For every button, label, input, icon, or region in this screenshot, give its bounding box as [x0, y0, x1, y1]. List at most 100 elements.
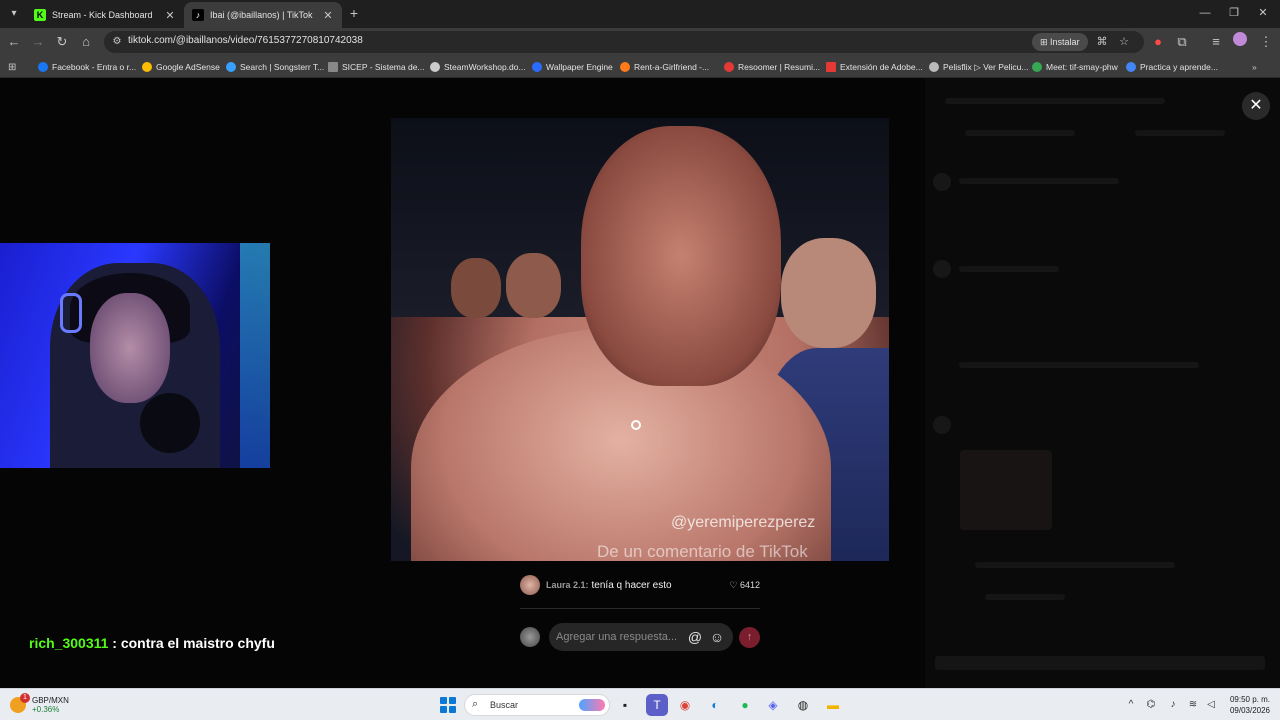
bookmark-star-icon[interactable]: ☆ — [1116, 34, 1132, 50]
bookmark-item[interactable]: SICEP - Sistema de... — [328, 60, 425, 74]
widget-delta: +0.36% — [32, 705, 60, 714]
mention-icon[interactable]: @ — [687, 628, 703, 646]
adsense-icon — [142, 62, 152, 72]
forward-arrow-icon[interactable]: → — [28, 32, 48, 52]
volume-icon[interactable]: ◁ — [1204, 698, 1218, 712]
spotify-icon[interactable]: ● — [734, 694, 756, 716]
globe-icon — [929, 62, 939, 72]
bookmark-item[interactable]: Facebook - Entra o r... — [38, 60, 136, 74]
video-boxer-head — [581, 126, 781, 386]
edge-icon[interactable]: ◐ — [704, 694, 726, 716]
extensions-puzzle-icon[interactable]: ⧉ — [1172, 32, 1192, 52]
bookmark-item[interactable]: Rent-a-Girlfriend -... — [620, 60, 709, 74]
install-label: Instalar — [1050, 37, 1080, 47]
profile-avatar[interactable] — [1230, 32, 1250, 52]
meet-icon — [1032, 62, 1042, 72]
bookmark-item[interactable]: Meet: tif-smay-phw — [1032, 60, 1118, 74]
url-text: tiktok.com/@ibaillanos/video/76153772708… — [128, 35, 363, 46]
close-modal-button[interactable]: ✕ — [1242, 92, 1270, 120]
network-tray-icon[interactable]: ⌬ — [1144, 698, 1158, 712]
new-tab-button[interactable]: + — [346, 5, 362, 21]
windows-taskbar: 1 GBP/MXN +0.36% ⌕ Buscar ▪ T ◉ ◐ ● ◈ ◍ … — [0, 688, 1280, 720]
like-button[interactable]: ♡ 6412 — [729, 580, 760, 591]
send-button[interactable]: ↑ — [739, 627, 760, 648]
wifi-icon[interactable]: ≋ — [1186, 698, 1200, 712]
system-clock[interactable]: 09:50 p. m. 09/03/2026 — [1222, 694, 1270, 716]
stream-chat-message: rich_300311 : contra el maistro chyfu — [29, 635, 275, 651]
bookmark-item[interactable]: Wallpaper Engine — [532, 60, 613, 74]
market-widget[interactable]: 1 GBP/MXN +0.36% — [10, 693, 69, 717]
emoji-icon[interactable]: ☺ — [708, 628, 726, 646]
clock-date: 09/03/2026 — [1229, 706, 1270, 715]
bookmark-item[interactable]: Extensión de Adobe... — [826, 60, 923, 74]
chat-text: : contra el maistro chyfu — [108, 635, 275, 651]
tab-kick-dashboard[interactable]: K Stream - Kick Dashboard ✕ — [26, 2, 184, 28]
bookmark-label: Practica y aprende... — [1140, 62, 1218, 72]
tiktok-page: @yeremiperezperez De un comentario de Ti… — [0, 78, 1280, 688]
tab-title: Ibai (@ibaillanos) | TikTok — [210, 10, 313, 20]
reply-input[interactable]: Agregar una respuesta... — [549, 623, 733, 651]
address-bar[interactable]: ⚙ tiktok.com/@ibaillanos/video/761537727… — [104, 31, 1144, 53]
ghost-text — [959, 178, 1119, 184]
comment-item: Laura 2.1: tenía q hacer esto ♡ 6412 — [520, 574, 760, 596]
webcam-light — [240, 243, 270, 468]
more-bookmarks-icon[interactable]: » — [1252, 60, 1257, 74]
tab-search-dropdown-icon[interactable]: ▾ — [4, 5, 24, 23]
search-icon: ⌕ — [472, 698, 479, 710]
comment-author[interactable]: Laura 2.1: — [546, 580, 589, 590]
bookmark-item[interactable]: SteamWorkshop.do... — [430, 60, 526, 74]
bookmark-label: Search | Songsterr T... — [240, 62, 325, 72]
bookmark-item[interactable]: Practica y aprende... — [1126, 60, 1218, 74]
file-explorer-icon[interactable]: ▬ — [822, 694, 844, 716]
media-controls-icon[interactable]: ≡ — [1206, 32, 1226, 52]
video-player[interactable]: @yeremiperezperez De un comentario de Ti… — [391, 118, 889, 561]
apps-grid-icon[interactable]: ⊞ — [8, 60, 16, 74]
chevron-up-icon[interactable]: ^ — [1124, 698, 1138, 712]
task-view-icon[interactable]: ▪ — [614, 694, 636, 716]
reload-icon[interactable]: ↻ — [52, 32, 72, 52]
webcam-microphone — [140, 393, 200, 453]
video-person — [781, 238, 876, 348]
avatar[interactable] — [520, 575, 540, 595]
close-tab-icon[interactable]: ✕ — [164, 9, 176, 22]
close-window-button[interactable]: ✕ — [1248, 4, 1278, 22]
teams-icon[interactable]: T — [646, 694, 668, 716]
taskbar-search[interactable]: ⌕ Buscar — [464, 694, 610, 716]
minimize-window-button[interactable]: — — [1190, 4, 1220, 22]
bookmark-label: Pelisflix ▷ Ver Pelicu... — [943, 61, 1029, 72]
microphone-icon[interactable]: ♪ — [1166, 698, 1180, 712]
like-count: 6412 — [739, 579, 760, 590]
back-arrow-icon[interactable]: ← — [4, 32, 24, 52]
chrome-icon[interactable]: ◉ — [674, 694, 696, 716]
obs-icon[interactable]: ◍ — [792, 694, 814, 716]
tab-tiktok[interactable]: ♪ Ibai (@ibaillanos) | TikTok ✕ — [184, 2, 342, 28]
site-info-icon[interactable]: ⚙ — [110, 35, 124, 49]
steam-icon — [430, 62, 440, 72]
avatar — [520, 627, 540, 647]
video-person — [506, 253, 561, 318]
windows-start-icon[interactable] — [440, 697, 456, 713]
browser-toolbar: ← → ↻ ⌂ ⚙ tiktok.com/@ibaillanos/video/7… — [0, 28, 1280, 56]
comment-text: tenía q hacer esto — [591, 579, 672, 591]
bookmark-label: Wallpaper Engine — [546, 62, 613, 72]
bookmark-item[interactable]: Google AdSense — [142, 60, 220, 74]
facebook-icon — [38, 62, 48, 72]
info-icon — [1126, 62, 1136, 72]
bookmark-item[interactable]: Resoomer | Resumi... — [724, 60, 820, 74]
ghost-thumbnail — [960, 450, 1052, 530]
bookmark-label: Meet: tif-smay-phw — [1046, 62, 1118, 72]
ghost-text — [975, 562, 1175, 568]
bookmarks-bar: ⊞ Facebook - Entra o r... Google AdSense… — [0, 56, 1280, 78]
home-icon[interactable]: ⌂ — [76, 32, 96, 52]
restore-window-button[interactable]: ❐ — [1219, 4, 1249, 22]
discord-icon[interactable]: ◈ — [762, 694, 784, 716]
close-tab-icon[interactable]: ✕ — [322, 9, 334, 22]
install-app-button[interactable]: ⊞ Instalar — [1032, 33, 1088, 51]
zoom-cursor-icon — [631, 420, 641, 430]
extension-icon[interactable]: ● — [1148, 32, 1168, 52]
browser-menu-icon[interactable]: ⋮ — [1256, 32, 1276, 52]
bookmark-item[interactable]: Search | Songsterr T... — [226, 60, 324, 74]
bookmark-item[interactable]: Pelisflix ▷ Ver Pelicu... — [929, 60, 1028, 74]
translate-icon[interactable]: ⌘ — [1094, 34, 1110, 50]
ghost-avatar — [933, 416, 951, 434]
